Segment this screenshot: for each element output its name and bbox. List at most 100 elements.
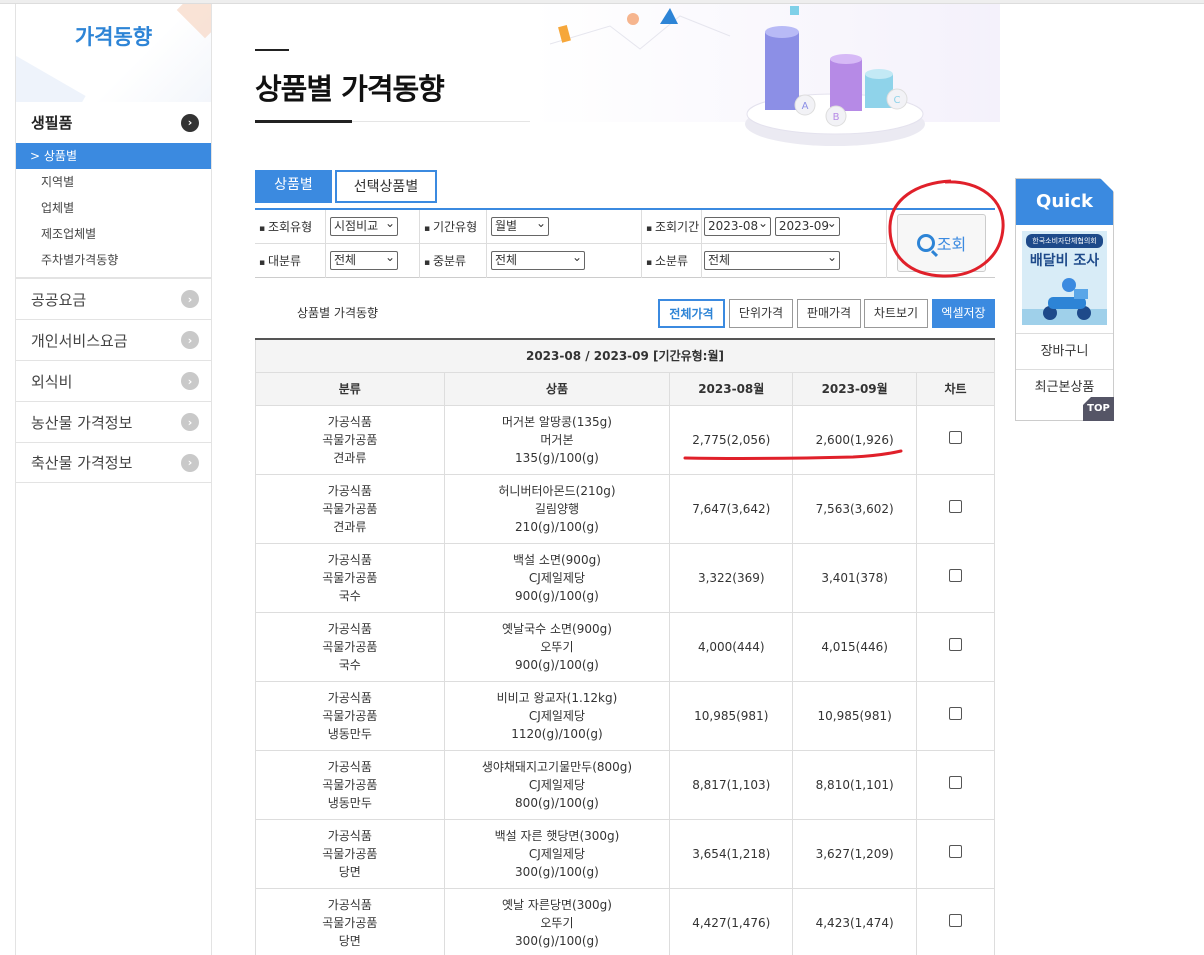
category-1: 가공식품	[327, 828, 372, 843]
product-maker: 머거본	[540, 432, 574, 447]
sidebar-item-personal-services[interactable]: 개인서비스요금 ›	[16, 319, 211, 360]
view-chart-button[interactable]: 차트보기	[864, 299, 928, 328]
chart-checkbox[interactable]	[949, 706, 963, 720]
category-3: 당면	[338, 864, 361, 879]
chart-checkbox[interactable]	[949, 637, 963, 651]
product-maker: CJ제일제당	[528, 777, 585, 792]
excel-save-button[interactable]: 엑셀저장	[932, 299, 995, 328]
quick-menu: Quick 한국소비자단체협의회 배달비 조사 장바구니 최근본상품	[1015, 178, 1114, 421]
product-cell: 머거본 알땅콩(135g) 머거본 135(g)/100(g)	[443, 404, 671, 475]
title-accent-line	[255, 49, 289, 51]
header-month-1: 2023-08월	[669, 371, 794, 406]
product-cell: 허니버터아몬드(210g) 길림양행 210(g)/100(g)	[443, 473, 671, 544]
quick-link-cart[interactable]: 장바구니	[1016, 333, 1113, 369]
minor-category-label: 소분류	[642, 244, 702, 278]
category-3: 냉동만두	[327, 795, 372, 810]
sidebar-item-necessities[interactable]: 생필품 ›	[16, 102, 211, 143]
header-month-2: 2023-09월	[792, 371, 918, 406]
sidebar-subitem-by-product[interactable]: > 상품별	[16, 143, 211, 169]
product-name: 백설 자른 햇당면(300g)	[494, 828, 620, 843]
scroll-top-button[interactable]: TOP	[1083, 397, 1114, 421]
tab-by-product[interactable]: 상품별	[255, 170, 332, 203]
product-unit: 135(g)/100(g)	[515, 450, 599, 465]
chart-checkbox[interactable]	[949, 430, 963, 444]
category-cell: 가공식품 곡물가공품 국수	[255, 611, 445, 682]
category-2: 곡물가공품	[322, 432, 378, 447]
product-name: 머거본 알땅콩(135g)	[501, 414, 612, 429]
chart-checkbox[interactable]	[949, 775, 963, 789]
price-month-1: 2,775(2,056)	[669, 404, 794, 475]
sidebar-item-dining[interactable]: 외식비 ›	[16, 360, 211, 401]
sidebar-item-label: 축산물 가격정보	[31, 454, 133, 472]
price-month-2: 7,563(3,602)	[792, 473, 918, 544]
price-month-1: 4,427(1,476)	[669, 887, 794, 955]
table-row: 가공식품 곡물가공품 냉동만두 비비고 왕교자(1.12kg) CJ제일제당 1120(…	[255, 680, 995, 751]
chart-cell	[916, 404, 995, 475]
category-cell: 가공식품 곡물가공품 냉동만두	[255, 749, 445, 820]
price-month-2: 2,600(1,926)	[792, 404, 918, 475]
category-3: 견과류	[333, 519, 367, 534]
banner-organization: 한국소비자단체협의회	[1026, 234, 1103, 248]
page-title: 상품별 가격동향	[255, 72, 445, 106]
tab-selected-products[interactable]: 선택상품별	[335, 170, 437, 203]
sidebar-subitem-by-region[interactable]: 지역별	[16, 169, 211, 195]
sidebar-item-livestock-prices[interactable]: 축산물 가격정보 ›	[16, 442, 211, 483]
minor-category-select[interactable]: 전체	[704, 251, 840, 270]
price-table: 2023-08 / 2023-09 [기간유형:월] 분류 상품 2023-08…	[255, 338, 995, 955]
chart-checkbox[interactable]	[949, 568, 963, 582]
view-unit-price-button[interactable]: 단위가격	[729, 299, 793, 328]
product-name: 생야채돼지고기물만두(800g)	[481, 759, 633, 774]
chart-cell	[916, 818, 995, 889]
table-row: 가공식품 곡물가공품 견과류 허니버터아몬드(210g) 길림양행 210(g)/100…	[255, 473, 995, 544]
product-cell: 옛날 자른당면(300g) 오뚜기 300(g)/100(g)	[443, 887, 671, 955]
product-unit: 800(g)/100(g)	[515, 795, 599, 810]
banner-title: 배달비 조사	[1029, 253, 1100, 269]
sidebar-subitem-by-manufacturer[interactable]: 제조업체별	[16, 221, 211, 247]
price-month-1: 7,647(3,642)	[669, 473, 794, 544]
major-category-cell: 전체	[326, 244, 420, 278]
chart-checkbox[interactable]	[949, 844, 963, 858]
chart-checkbox[interactable]	[949, 913, 963, 927]
middle-category-select[interactable]: 전체	[491, 251, 585, 270]
sidebar-subitem-by-store[interactable]: 업체별	[16, 195, 211, 221]
product-name: 옛날국수 소면(900g)	[501, 621, 612, 636]
period-to-select[interactable]: 2023-09	[774, 217, 840, 236]
chart-cell	[916, 542, 995, 613]
sidebar-item-agri-prices[interactable]: 농산물 가격정보 ›	[16, 401, 211, 442]
chart-checkbox[interactable]	[949, 499, 963, 513]
category-cell: 가공식품 곡물가공품 당면	[255, 818, 445, 889]
query-type-cell: 시점비교	[326, 210, 420, 243]
query-type-select[interactable]: 시점비교	[330, 217, 398, 236]
price-month-2: 10,985(981)	[792, 680, 918, 751]
major-category-select[interactable]: 전체	[330, 251, 398, 270]
chart-cell	[916, 473, 995, 544]
product-maker: CJ제일제당	[528, 570, 585, 585]
product-name: 백설 소면(900g)	[513, 552, 601, 567]
header-category: 분류	[255, 371, 445, 406]
middle-category-cell: 전체	[487, 244, 642, 278]
price-month-2: 3,627(1,209)	[792, 818, 918, 889]
sidebar-item-public-fees[interactable]: 공공요금 ›	[16, 278, 211, 319]
view-all-prices-button[interactable]: 전체가격	[658, 299, 725, 328]
category-cell: 가공식품 곡물가공품 견과류	[255, 404, 445, 475]
sidebar-title: 가격동향	[74, 25, 153, 49]
price-month-2: 4,423(1,474)	[792, 887, 918, 955]
product-maker: 오뚜기	[540, 639, 574, 654]
period-label: 조회기간	[642, 210, 702, 243]
chevron-right-icon: ›	[181, 453, 199, 472]
sidebar-subitem-weekly[interactable]: 주차별가격동향	[16, 247, 211, 273]
chart-cell	[916, 680, 995, 751]
category-cell: 가공식품 곡물가공품 국수	[255, 542, 445, 613]
product-name: 옛날 자른당면(300g)	[501, 897, 612, 912]
category-2: 곡물가공품	[322, 915, 378, 930]
product-unit: 900(g)/100(g)	[515, 657, 599, 672]
period-type-select[interactable]: 월별	[491, 217, 549, 236]
query-type-label: 조회유형	[255, 210, 326, 243]
chevron-right-icon: ›	[181, 413, 199, 431]
period-from-select[interactable]: 2023-08	[704, 217, 771, 236]
category-cell: 가공식품 곡물가공품 당면	[255, 887, 445, 955]
delivery-survey-banner[interactable]: 한국소비자단체협의회 배달비 조사	[1022, 231, 1107, 325]
search-row: 조회유형 시점비교 기간유형 월별 조회기간 2023-08 2023-09	[255, 210, 887, 244]
view-sale-price-button[interactable]: 판매가격	[797, 299, 861, 328]
period-type-label: 기간유형	[420, 210, 487, 243]
